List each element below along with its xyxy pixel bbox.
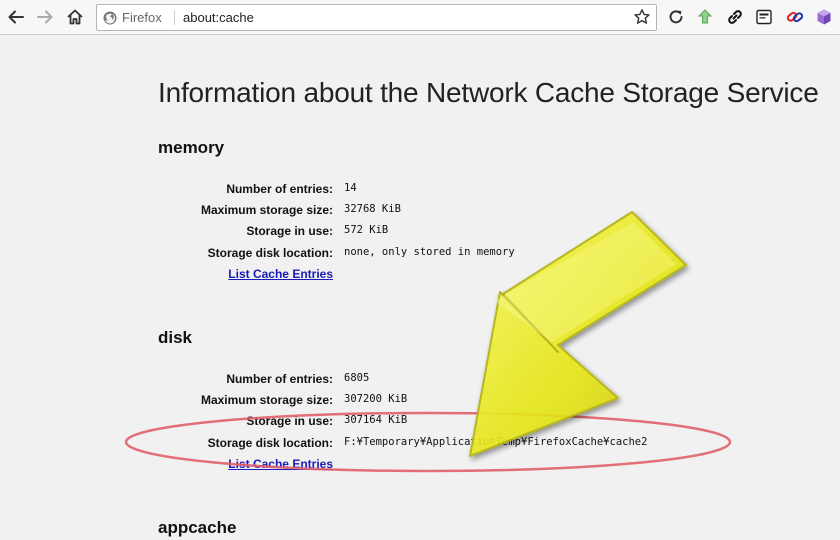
url-input[interactable]: about:cache [183, 5, 254, 30]
forward-arrow-icon [37, 10, 53, 24]
memory-list-cache-entries-link[interactable]: List Cache Entries [0, 267, 333, 281]
disk-max-size-label: Maximum storage size: [200, 393, 333, 407]
identity-box[interactable]: Firefox [103, 5, 162, 30]
disk-entries-value: 6805 [344, 372, 370, 384]
memory-max-size-value: 32768 KiB [344, 203, 401, 215]
disk-in-use-label: Storage in use: [246, 414, 333, 428]
memory-in-use-label: Storage in use: [246, 224, 333, 238]
disk-max-size-value: 307200 KiB [344, 393, 408, 405]
browser-toolbar: Firefox about:cache [0, 0, 840, 35]
disk-in-use-value: 307164 KiB [344, 414, 408, 426]
bookmark-star-icon[interactable] [633, 8, 651, 26]
disk-location-label: Storage disk location: [207, 436, 333, 450]
purple-cube-icon [817, 9, 831, 25]
back-arrow-icon [8, 10, 24, 24]
disk-list-cache-entries-link[interactable]: List Cache Entries [0, 457, 333, 471]
home-button[interactable] [64, 6, 86, 28]
green-arrow-icon [697, 9, 713, 24]
cube-addon-button[interactable] [815, 8, 833, 26]
link-icon [728, 10, 742, 24]
memory-location-value: none, only stored in memory [344, 246, 515, 258]
chain-link-icon [786, 11, 804, 23]
appcache-section-heading: appcache [158, 518, 237, 537]
copy-link-button[interactable] [726, 8, 744, 26]
firefox-icon [103, 11, 117, 24]
url-bar[interactable]: Firefox about:cache [96, 4, 657, 31]
memory-in-use-value: 572 KiB [344, 224, 389, 236]
reader-addon-button[interactable] [755, 8, 773, 26]
reload-button[interactable] [667, 8, 685, 26]
disk-entries-label: Number of entries: [226, 372, 333, 386]
memory-max-size-label: Maximum storage size: [200, 203, 333, 217]
memory-entries-value: 14 [344, 182, 357, 194]
chain-addon-button[interactable] [786, 8, 804, 26]
memory-entries-label: Number of entries: [226, 182, 333, 196]
back-button[interactable] [5, 6, 27, 28]
memory-section-heading: memory [158, 138, 225, 157]
memory-location-label: Storage disk location: [207, 246, 333, 260]
identity-label: Firefox [122, 10, 162, 25]
addon-green-arrow-button[interactable] [696, 8, 714, 26]
about-cache-page: Information about the Network Cache Stor… [0, 35, 840, 540]
home-icon [67, 9, 83, 25]
page-title: Information about the Network Cache Stor… [158, 77, 819, 108]
disk-section-heading: disk [158, 328, 193, 347]
reload-icon [669, 10, 683, 24]
disk-location-value: F:¥Temporary¥ApplicationTemp¥FirefoxCach… [344, 436, 648, 448]
forward-button[interactable] [34, 6, 56, 28]
url-separator [174, 10, 175, 25]
window-box-icon [756, 9, 772, 25]
